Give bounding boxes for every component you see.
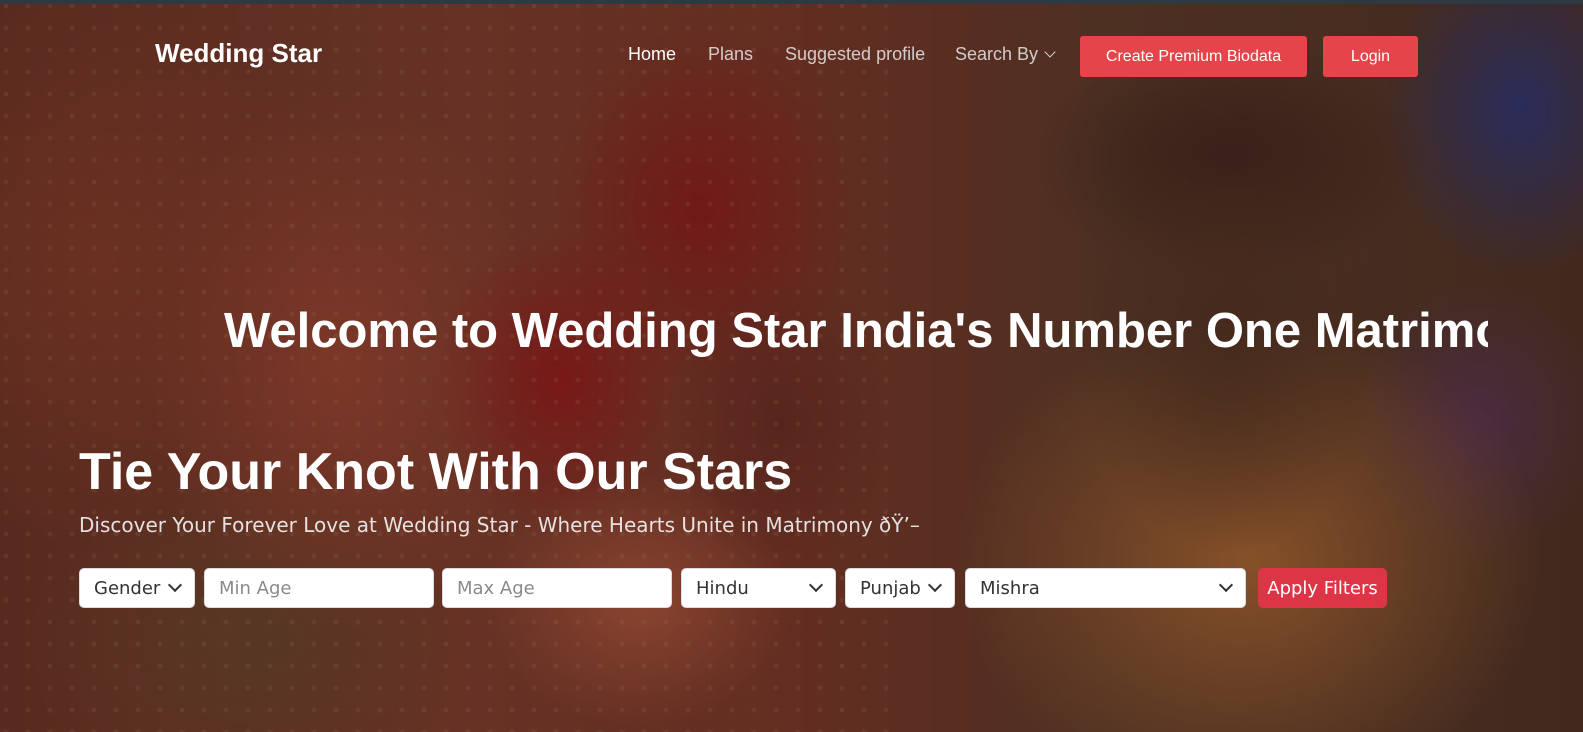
welcome-marquee: Welcome to Wedding Star India's Number O… — [224, 296, 1488, 366]
hero-section: Wedding Star Home Plans Suggested profil… — [0, 0, 1583, 732]
religion-select[interactable]: Hindu — [681, 568, 836, 608]
chevron-down-icon — [808, 577, 824, 593]
hero-background-overlay — [0, 0, 1583, 732]
state-select-value: Punjab — [860, 577, 921, 599]
chevron-down-icon — [1218, 577, 1234, 593]
min-age-field[interactable] — [204, 568, 434, 608]
welcome-marquee-text: Welcome to Wedding Star India's Number O… — [224, 304, 1488, 358]
nav-link-suggested-profile[interactable]: Suggested profile — [785, 44, 925, 65]
caste-select-value: Mishra — [980, 577, 1040, 599]
brand-logo[interactable]: Wedding Star — [155, 38, 322, 69]
login-button[interactable]: Login — [1323, 36, 1418, 77]
religion-select-value: Hindu — [696, 577, 749, 599]
chevron-down-icon — [167, 577, 183, 593]
create-premium-biodata-button[interactable]: Create Premium Biodata — [1080, 36, 1307, 77]
max-age-field[interactable] — [442, 568, 672, 608]
nav-link-plans[interactable]: Plans — [708, 44, 753, 65]
hero-subtitle: Discover Your Forever Love at Wedding St… — [79, 513, 920, 537]
chevron-down-icon — [927, 577, 943, 593]
nav-link-home[interactable]: Home — [628, 44, 676, 65]
state-select[interactable]: Punjab — [845, 568, 955, 608]
nav-dropdown-search-by[interactable]: Search By — [955, 44, 1056, 65]
min-age-input[interactable] — [219, 577, 419, 599]
max-age-input[interactable] — [457, 577, 657, 599]
apply-filters-button[interactable]: Apply Filters — [1258, 568, 1387, 608]
nav-search-by-label: Search By — [955, 44, 1039, 64]
caste-select[interactable]: Mishra — [965, 568, 1246, 608]
gender-select[interactable]: Gender — [79, 568, 195, 608]
navbar: Wedding Star Home Plans Suggested profil… — [0, 4, 1583, 94]
gender-select-value: Gender — [94, 577, 161, 599]
hero-title: Tie Your Knot With Our Stars — [79, 443, 793, 501]
chevron-down-icon — [1044, 46, 1056, 58]
